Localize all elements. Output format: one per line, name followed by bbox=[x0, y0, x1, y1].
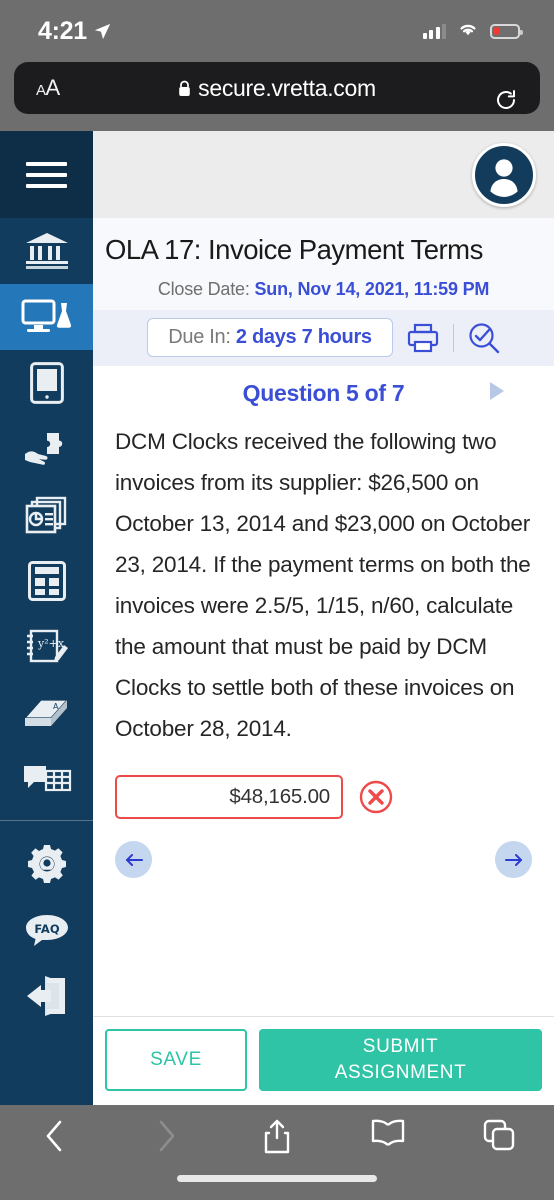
submit-label-line1: SUBMIT bbox=[362, 1036, 439, 1057]
chat-table-icon bbox=[22, 762, 72, 796]
status-bar-clock: 4:21 bbox=[38, 16, 87, 45]
answer-row: $48,165.00 bbox=[93, 749, 554, 819]
tablet-reader-icon bbox=[29, 362, 64, 404]
browser-share-button[interactable] bbox=[222, 1119, 333, 1155]
sidebar-item-formula-sheet[interactable]: y²+x bbox=[0, 614, 93, 680]
hand-puzzle-icon bbox=[23, 430, 71, 468]
svg-text:FAQ: FAQ bbox=[34, 922, 59, 936]
sidebar-item-settings[interactable] bbox=[0, 831, 93, 897]
phone-screen: 4:21 AA secure.vretta.com y²+x A FAQ OLA… bbox=[0, 0, 554, 1200]
sidebar-item-reports[interactable] bbox=[0, 482, 93, 548]
book-icon bbox=[370, 1119, 406, 1147]
browser-url-bar[interactable]: AA secure.vretta.com bbox=[14, 62, 540, 114]
review-answers-button[interactable] bbox=[468, 322, 500, 354]
action-footer: SAVE SUBMIT ASSIGNMENT bbox=[93, 1016, 554, 1105]
app-sidebar: y²+x A FAQ bbox=[0, 131, 93, 1105]
text-size-button[interactable]: AA bbox=[36, 75, 60, 101]
due-in-value: 2 days 7 hours bbox=[235, 326, 372, 348]
sidebar-icon-list: y²+x A FAQ bbox=[0, 218, 93, 1029]
sidebar-divider bbox=[0, 820, 93, 821]
exit-door-icon bbox=[25, 976, 69, 1016]
print-button[interactable] bbox=[407, 323, 439, 353]
question-nav-row bbox=[93, 819, 554, 878]
gear-settings-icon bbox=[27, 844, 67, 884]
sidebar-item-glossary[interactable]: A bbox=[0, 680, 93, 746]
dictionary-book-icon: A bbox=[23, 696, 71, 730]
page-title: OLA 17: Invoice Payment Terms bbox=[105, 234, 483, 265]
sidebar-item-institution[interactable] bbox=[0, 218, 93, 284]
due-in-label: Due In: bbox=[168, 326, 231, 348]
lock-icon bbox=[178, 80, 191, 97]
sidebar-item-ebook[interactable] bbox=[0, 350, 93, 416]
browser-bottom-toolbar bbox=[0, 1105, 554, 1200]
arrow-left-icon bbox=[124, 852, 144, 868]
sidebar-item-calculator[interactable] bbox=[0, 548, 93, 614]
svg-text:A: A bbox=[53, 702, 59, 711]
status-bar-right bbox=[422, 20, 523, 43]
sidebar-item-logout[interactable] bbox=[0, 963, 93, 1029]
web-page-viewport: y²+x A FAQ OLA 17: Invoice Payment Terms… bbox=[0, 131, 554, 1105]
due-in-pill: Due In: 2 days 7 hours bbox=[147, 318, 393, 357]
due-bar: Due In: 2 days 7 hours bbox=[93, 310, 554, 366]
next-question-button[interactable] bbox=[495, 841, 532, 878]
wifi-icon bbox=[456, 20, 480, 43]
status-bar-left: 4:21 bbox=[38, 17, 111, 46]
faq-bubble-icon: FAQ bbox=[24, 913, 70, 947]
chevron-right-icon bbox=[155, 1119, 177, 1153]
tabs-icon bbox=[483, 1119, 515, 1151]
location-arrow-icon bbox=[94, 23, 111, 40]
browser-forward-button[interactable] bbox=[111, 1119, 222, 1153]
battery-low-icon bbox=[490, 23, 523, 39]
ios-status-bar: 4:21 bbox=[0, 0, 554, 62]
sidebar-item-practice[interactable] bbox=[0, 416, 93, 482]
report-chart-icon bbox=[25, 496, 69, 534]
sidebar-item-faq[interactable]: FAQ bbox=[0, 897, 93, 963]
computer-lab-icon bbox=[21, 297, 73, 337]
chevron-left-icon bbox=[44, 1119, 66, 1153]
cellular-signal-icon bbox=[422, 23, 446, 39]
share-icon bbox=[262, 1119, 292, 1155]
submit-assignment-button[interactable]: SUBMIT ASSIGNMENT bbox=[259, 1029, 542, 1091]
question-text: DCM Clocks received the following two in… bbox=[115, 429, 531, 741]
home-indicator bbox=[177, 1175, 377, 1182]
play-triangle-right-icon[interactable] bbox=[490, 381, 504, 400]
close-date-label: Close Date: bbox=[157, 279, 250, 299]
assignment-header: OLA 17: Invoice Payment Terms Close Date… bbox=[93, 218, 554, 310]
question-counter-row: Question 5 of 7 bbox=[93, 366, 554, 415]
browser-back-button[interactable] bbox=[0, 1119, 111, 1153]
app-top-bar bbox=[93, 131, 554, 218]
save-button[interactable]: SAVE bbox=[105, 1029, 247, 1091]
check-magnifier-icon bbox=[468, 322, 500, 354]
question-counter: Question 5 of 7 bbox=[242, 380, 405, 406]
close-date-value: Sun, Nov 14, 2021, 11:59 PM bbox=[254, 279, 490, 299]
url-text: secure.vretta.com bbox=[198, 74, 376, 101]
answer-input[interactable]: $48,165.00 bbox=[115, 775, 343, 819]
toolbar-divider bbox=[452, 323, 454, 352]
hamburger-menu-icon[interactable] bbox=[0, 131, 93, 218]
sidebar-item-online-lab[interactable] bbox=[0, 284, 93, 350]
avatar[interactable] bbox=[472, 142, 536, 207]
bank-institution-icon bbox=[24, 231, 70, 271]
print-icon bbox=[407, 323, 439, 353]
svg-text:y²+x: y²+x bbox=[37, 637, 65, 650]
formula-notepad-icon: y²+x bbox=[25, 627, 69, 667]
close-date: Close Date: Sun, Nov 14, 2021, 11:59 PM bbox=[93, 279, 554, 300]
user-avatar-icon bbox=[482, 153, 526, 197]
calculator-icon bbox=[27, 561, 66, 601]
main-content: OLA 17: Invoice Payment Terms Close Date… bbox=[93, 131, 554, 1105]
browser-bookmarks-button[interactable] bbox=[332, 1119, 443, 1147]
previous-question-button[interactable] bbox=[115, 841, 152, 878]
url-display[interactable]: secure.vretta.com bbox=[14, 75, 540, 102]
sidebar-item-discussion[interactable] bbox=[0, 746, 93, 812]
browser-tabs-button[interactable] bbox=[443, 1119, 554, 1151]
submit-label-line2: ASSIGNMENT bbox=[334, 1062, 467, 1083]
circle-x-icon bbox=[359, 780, 393, 814]
arrow-right-icon bbox=[504, 852, 524, 868]
